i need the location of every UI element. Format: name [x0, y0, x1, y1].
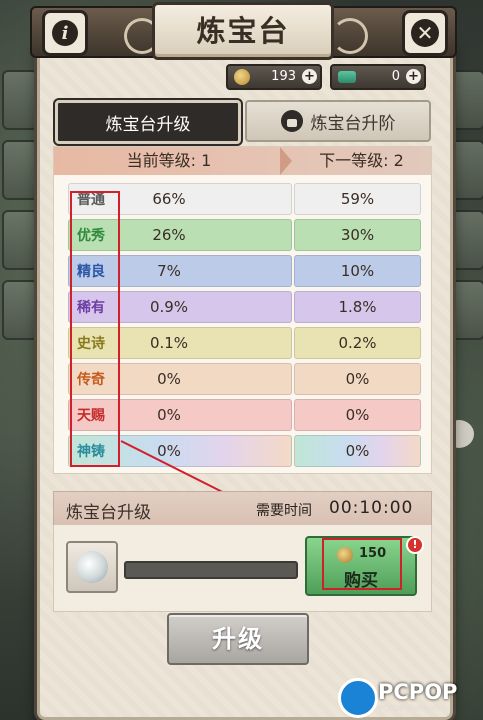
- watermark: PCPOP PCPOP Presents: [338, 678, 483, 720]
- page-title: 炼宝台: [196, 14, 290, 48]
- current-rate: 0%: [157, 442, 181, 460]
- table-header: 当前等级: 1 下一等级: 2: [54, 147, 431, 175]
- currency-coin: 193 +: [226, 64, 322, 90]
- add-coin-button[interactable]: +: [302, 69, 317, 84]
- next-rate: 0%: [345, 442, 370, 460]
- current-rate: 0%: [157, 406, 181, 424]
- side-tile: [2, 210, 38, 270]
- table-row: 稀有 0.9% 1.8%: [68, 291, 423, 323]
- close-icon: ✕: [411, 19, 439, 47]
- table-row: 传奇 0% 0%: [68, 363, 423, 395]
- current-rate: 0%: [157, 370, 181, 388]
- side-tile: [2, 280, 38, 340]
- swirl-ornament-icon: [332, 18, 368, 54]
- current-rate: 26%: [152, 226, 186, 244]
- upgrade-button[interactable]: 升级: [167, 613, 309, 665]
- watermark-sub: PCPOP Presents: [378, 704, 442, 713]
- ticket-value: 0: [391, 69, 400, 84]
- next-rate: 1.8%: [338, 298, 377, 316]
- current-level-header: 当前等级: 1: [126, 151, 212, 170]
- upgrade-progress-bar: [124, 561, 298, 579]
- next-rate-cell: 0%: [294, 435, 421, 467]
- next-rate-cell: 0%: [294, 399, 421, 431]
- ticket-icon: [338, 71, 356, 83]
- upgrade-section-title: 炼宝台升级: [66, 503, 151, 523]
- table-row: 天赐 0% 0%: [68, 399, 423, 431]
- tab-advance-label: 炼宝台升阶: [310, 113, 396, 134]
- side-tile: [449, 70, 483, 130]
- tab-upgrade[interactable]: 炼宝台升级: [55, 100, 241, 144]
- close-button[interactable]: ✕: [402, 10, 448, 56]
- current-rate: 7%: [157, 262, 181, 280]
- current-rate: 0.9%: [149, 298, 189, 316]
- add-ticket-button[interactable]: +: [406, 69, 421, 84]
- coin-icon: [234, 69, 250, 85]
- table-row: 优秀 26% 30%: [68, 219, 423, 251]
- tab-upgrade-label: 炼宝台升级: [105, 114, 191, 135]
- time-value: 00:10:00: [329, 498, 414, 518]
- side-tile: [2, 140, 38, 200]
- next-rate-cell: 0%: [294, 363, 421, 395]
- table-row: 精良 7% 10%: [68, 255, 423, 287]
- next-rate: 59%: [340, 190, 375, 208]
- table-row: 神铸 0% 0%: [68, 435, 423, 467]
- title-plate: 炼宝台: [152, 2, 334, 60]
- next-rate: 0%: [345, 406, 370, 424]
- pcpop-logo-icon: [338, 678, 378, 718]
- annotation-box-buy: [322, 538, 402, 590]
- coin-value: 193: [271, 69, 296, 84]
- orb-icon: [76, 551, 108, 583]
- lock-icon: [280, 110, 303, 132]
- time-label: 需要时间: [256, 503, 312, 519]
- next-rate-cell: 30%: [294, 219, 421, 251]
- next-rate-cell: 59%: [294, 183, 421, 215]
- side-tile: [449, 210, 483, 270]
- next-rate-cell: 0.2%: [294, 327, 421, 359]
- upgrade-section-header: 炼宝台升级 需要时间 00:10:00: [53, 491, 432, 527]
- info-button[interactable]: i: [42, 10, 88, 56]
- header-divider: [280, 147, 292, 175]
- side-tile: [449, 280, 483, 340]
- currency-ticket: 0 +: [330, 64, 426, 90]
- next-rate-cell: 1.8%: [294, 291, 421, 323]
- current-rate: 66%: [152, 190, 186, 208]
- info-icon: i: [52, 20, 78, 46]
- next-level-header: 下一等级: 2: [319, 151, 404, 170]
- annotation-box-names: [70, 191, 120, 467]
- current-rate: 0.1%: [149, 334, 189, 352]
- next-rate: 0.2%: [338, 334, 377, 352]
- watermark-text: PCPOP: [378, 680, 458, 704]
- next-rate: 30%: [340, 226, 375, 244]
- next-rate: 0%: [345, 370, 370, 388]
- side-tile: [2, 70, 38, 130]
- side-tile: [449, 140, 483, 200]
- table-row: 史诗 0.1% 0.2%: [68, 327, 423, 359]
- next-rate: 10%: [340, 262, 375, 280]
- forge-item-slot[interactable]: [66, 541, 118, 593]
- next-rate-cell: 10%: [294, 255, 421, 287]
- tab-advance[interactable]: 炼宝台升阶: [245, 100, 431, 142]
- alert-badge: !: [406, 536, 424, 554]
- table-row: 普通 66% 59%: [68, 183, 423, 215]
